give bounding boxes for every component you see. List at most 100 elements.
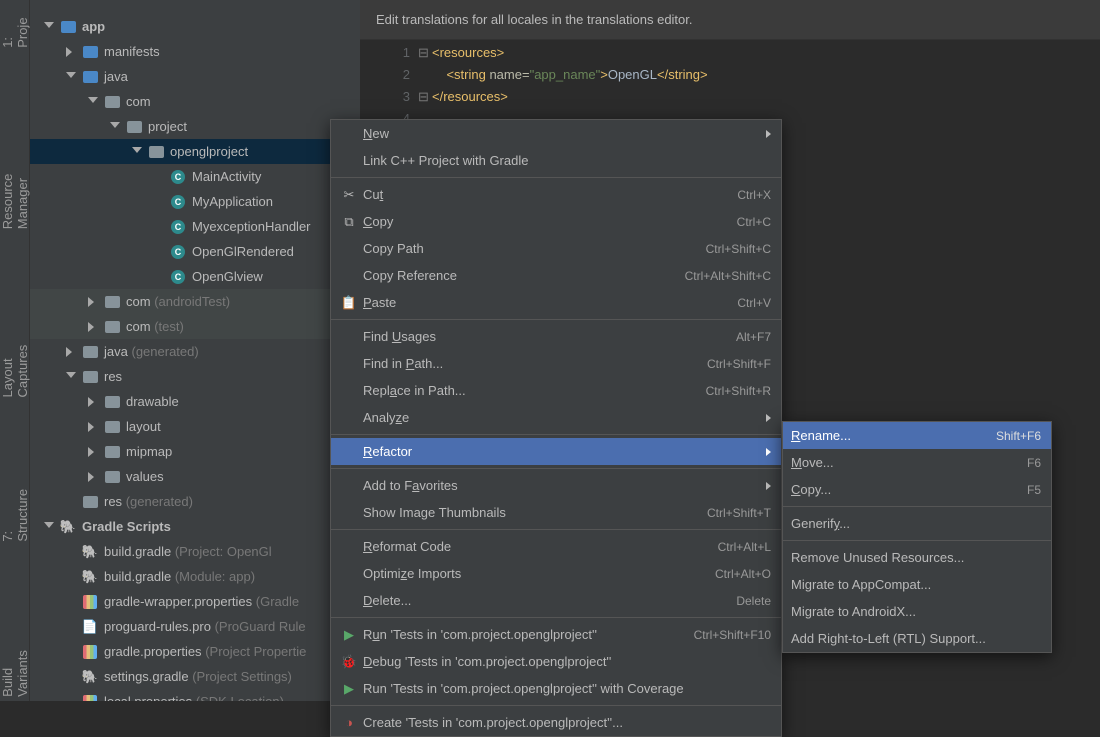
fold-open-icon[interactable]: ⊟: [418, 42, 432, 64]
tree-res-layout[interactable]: layout: [30, 414, 360, 439]
coverage-icon: ▶: [339, 681, 359, 697]
menu-copy-path-shortcut: Ctrl+Shift+C: [706, 242, 771, 256]
file-icon: 📄: [82, 619, 98, 635]
menu-replace-in-path[interactable]: Replace in Path...Ctrl+Shift+R: [331, 377, 781, 404]
submenu-migrate-androidx[interactable]: Migrate to AndroidX...: [783, 598, 1051, 625]
menu-copy-path[interactable]: Copy PathCtrl+Shift+C: [331, 235, 781, 262]
tree-manifests[interactable]: manifests: [30, 39, 360, 64]
tree-class-2[interactable]: CMyexceptionHandler: [30, 214, 360, 239]
menu-refactor[interactable]: Refactor: [331, 438, 781, 465]
tree-res-mipmap[interactable]: mipmap: [30, 439, 360, 464]
menu-paste[interactable]: 📋PasteCtrl+V: [331, 289, 781, 316]
tree-java-generated[interactable]: java (generated): [30, 339, 360, 364]
menu-copy-ref[interactable]: Copy ReferenceCtrl+Alt+Shift+C: [331, 262, 781, 289]
menu-create-tests[interactable]: ◑Create 'Tests in 'com.project.openglpro…: [331, 709, 781, 736]
tree-res-gen-hint: (generated): [126, 494, 193, 509]
menu-link-cpp-label: Link C++ Project with Gradle: [363, 153, 771, 168]
tree-com-test[interactable]: com (test): [30, 314, 360, 339]
tree-class-0[interactable]: CMainActivity: [30, 164, 360, 189]
menu-find-usages[interactable]: Find UsagesAlt+F7: [331, 323, 781, 350]
tree-gradle-props[interactable]: gradle.properties (Project Propertie: [30, 639, 360, 664]
submenu-rename[interactable]: Rename...Shift+F6: [783, 422, 1051, 449]
class-icon: C: [170, 269, 186, 285]
tree-com-label: com: [126, 94, 151, 109]
tree-build-gradle-module[interactable]: 🐘build.gradle (Module: app): [30, 564, 360, 589]
tree-java-gen-hint: (generated): [131, 344, 198, 359]
submenu-generify[interactable]: Generify...: [783, 510, 1051, 537]
menu-reformat[interactable]: Reformat CodeCtrl+Alt+L: [331, 533, 781, 560]
tree-manifests-label: manifests: [104, 44, 160, 59]
menu-link-cpp[interactable]: Link C++ Project with Gradle: [331, 147, 781, 174]
menu-optimize[interactable]: Optimize ImportsCtrl+Alt+O: [331, 560, 781, 587]
tree-class-2-label: MyexceptionHandler: [192, 219, 311, 234]
tree-res-generated[interactable]: res (generated): [30, 489, 360, 514]
menu-copy[interactable]: ⧉CopyCtrl+C: [331, 208, 781, 235]
folder-icon: [104, 469, 120, 485]
tree-project[interactable]: project: [30, 114, 360, 139]
translations-banner[interactable]: Edit translations for all locales in the…: [360, 0, 1100, 40]
code-body[interactable]: <resources> <string name="app_name">Open…: [432, 42, 708, 130]
menu-debug-tests[interactable]: 🐞Debug 'Tests in 'com.project.openglproj…: [331, 648, 781, 675]
tree-local-props[interactable]: local.properties (SDK Location): [30, 689, 360, 701]
tree-app[interactable]: app: [30, 14, 360, 39]
chevron-right-icon: [88, 447, 98, 457]
menu-show-thumbnails[interactable]: Show Image ThumbnailsCtrl+Shift+T: [331, 499, 781, 526]
tree-res-values[interactable]: values: [30, 464, 360, 489]
rail-build-variants[interactable]: Build Variants: [0, 626, 32, 701]
submenu-remove-unused[interactable]: Remove Unused Resources...: [783, 544, 1051, 571]
tree-lp-label: local.properties: [104, 694, 192, 701]
menu-find-in-path-shortcut: Ctrl+Shift+F: [707, 357, 771, 371]
tree-openglproject-label: openglproject: [170, 144, 248, 159]
menu-run-cov-label: Run 'Tests in 'com.project.openglproject…: [363, 681, 771, 696]
tree-class-3[interactable]: COpenGlRendered: [30, 239, 360, 264]
tree-gradle-wrapper[interactable]: gradle-wrapper.properties (Gradle: [30, 589, 360, 614]
tree-class-4[interactable]: COpenGlview: [30, 264, 360, 289]
code-l2-close: </string>: [657, 67, 708, 82]
submenu-copy[interactable]: Copy...F5: [783, 476, 1051, 503]
submenu-migrate-appcompat[interactable]: Migrate to AppCompat...: [783, 571, 1051, 598]
tree-lp-hint: (SDK Location): [196, 694, 284, 701]
tree-class-1[interactable]: CMyApplication: [30, 189, 360, 214]
menu-delete[interactable]: Delete...Delete: [331, 587, 781, 614]
submenu-arrow-icon: [766, 414, 771, 422]
tool-window-rail: 1: Proje Resource Manager Layout Capture…: [0, 0, 30, 701]
menu-cut[interactable]: ✂CutCtrl+X: [331, 181, 781, 208]
menu-paste-shortcut: Ctrl+V: [737, 296, 771, 310]
code-editor[interactable]: 1 2 3 4 ⊟ ⊟ <resources> <string name="ap…: [360, 40, 1100, 130]
tree-build-gradle-project[interactable]: 🐘build.gradle (Project: OpenGl: [30, 539, 360, 564]
tree-openglproject[interactable]: openglproject: [30, 139, 360, 164]
menu-separator: [331, 434, 781, 435]
chevron-down-icon: [66, 72, 76, 82]
code-l2-text: OpenGL: [608, 67, 657, 82]
rail-structure[interactable]: 7: Structure: [0, 481, 32, 546]
tree-com-androidtest-label: com: [126, 294, 151, 309]
submenu-rtl[interactable]: Add Right-to-Left (RTL) Support...: [783, 625, 1051, 652]
tree-com-androidtest[interactable]: com (androidTest): [30, 289, 360, 314]
menu-add-favorites[interactable]: Add to Favorites: [331, 472, 781, 499]
tree-res[interactable]: res: [30, 364, 360, 389]
tree-java-gen-label: java: [104, 344, 128, 359]
folder-icon: [82, 44, 98, 60]
menu-find-usages-shortcut: Alt+F7: [736, 330, 771, 344]
tree-res-drawable-label: drawable: [126, 394, 179, 409]
menu-analyze[interactable]: Analyze: [331, 404, 781, 431]
tree-gradle-scripts[interactable]: 🐘Gradle Scripts: [30, 514, 360, 539]
menu-run-tests[interactable]: ▶Run 'Tests in 'com.project.openglprojec…: [331, 621, 781, 648]
menu-new[interactable]: NNewew: [331, 120, 781, 147]
tree-res-drawable[interactable]: drawable: [30, 389, 360, 414]
submenu-move-shortcut: F6: [1027, 456, 1041, 470]
tree-proguard[interactable]: 📄proguard-rules.pro (ProGuard Rule: [30, 614, 360, 639]
tree-settings-gradle[interactable]: 🐘settings.gradle (Project Settings): [30, 664, 360, 689]
menu-run-coverage[interactable]: ▶ Run 'Tests in 'com.project.openglprojec…: [331, 675, 781, 702]
rail-layout-captures[interactable]: Layout Captures: [0, 313, 32, 401]
class-icon: C: [170, 244, 186, 260]
fold-close-icon[interactable]: ⊟: [418, 86, 432, 108]
rail-project[interactable]: 1: Proje: [0, 6, 32, 52]
tree-com[interactable]: com: [30, 89, 360, 114]
tree-bgp-label: build.gradle: [104, 544, 171, 559]
menu-find-in-path[interactable]: Find in Path...Ctrl+Shift+F: [331, 350, 781, 377]
submenu-move[interactable]: Move...F6: [783, 449, 1051, 476]
tree-java[interactable]: java: [30, 64, 360, 89]
properties-icon: [82, 644, 98, 660]
rail-resource-manager[interactable]: Resource Manager: [0, 132, 32, 233]
